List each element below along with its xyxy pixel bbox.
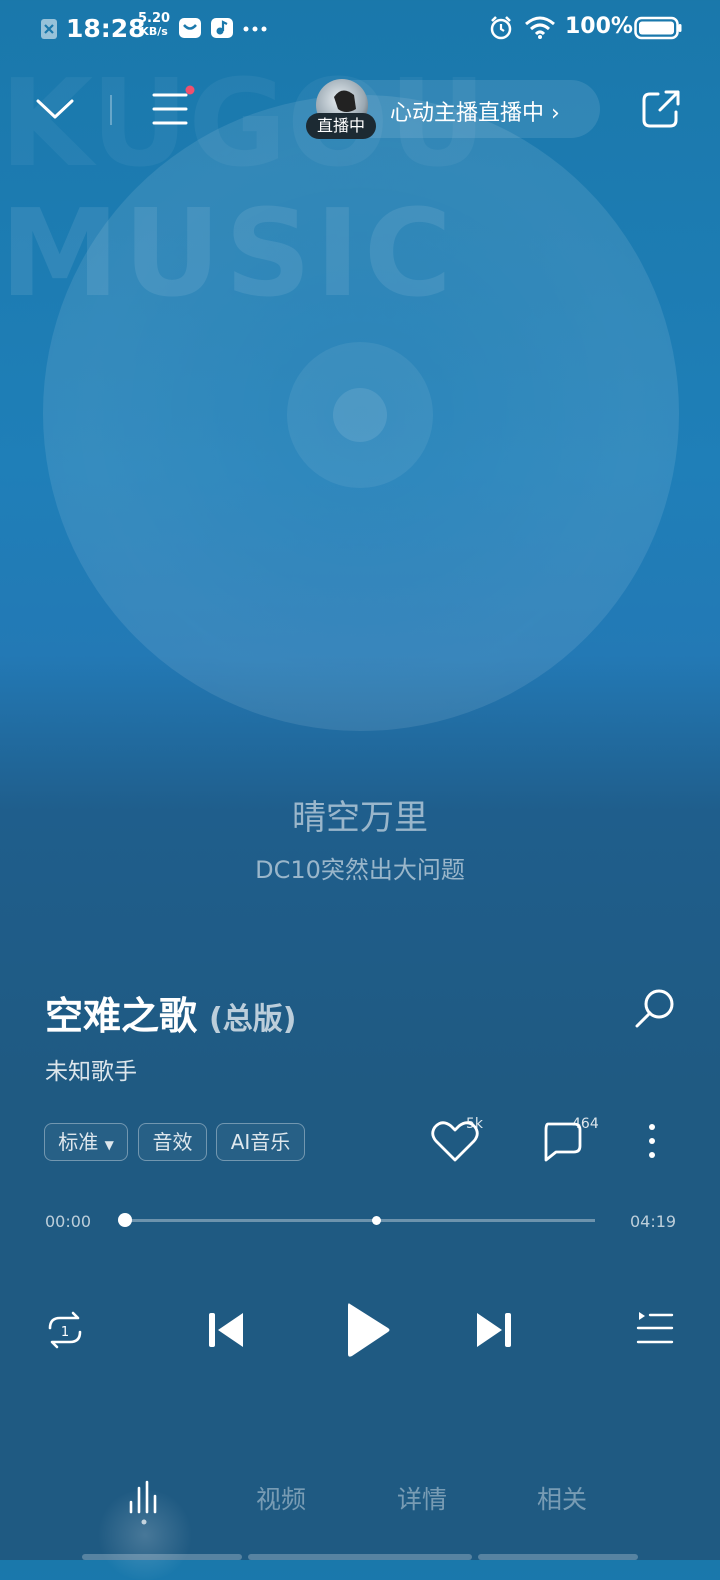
collapse-chevron-icon[interactable]	[36, 98, 74, 120]
dropdown-arrow-icon: ▼	[104, 1138, 114, 1152]
song-version: (总版)	[209, 1002, 297, 1037]
total-duration: 04:19	[630, 1212, 677, 1231]
bottom-indicator-2	[248, 1554, 472, 1560]
background-watermark: MUSIC	[0, 185, 456, 324]
music-app-icon	[211, 18, 233, 38]
playlist-icon[interactable]	[636, 1312, 674, 1346]
tab-lyrics-player[interactable]	[128, 1478, 162, 1526]
artist-name[interactable]: 未知歌手	[45, 1052, 137, 1086]
next-track-icon[interactable]	[474, 1310, 514, 1350]
tab-related[interactable]: 相关	[537, 1480, 587, 1516]
next-lyric-line[interactable]: DC10突然出大问题	[0, 850, 720, 885]
elapsed-time: 00:00	[45, 1212, 92, 1231]
live-badge: 直播中	[306, 113, 376, 139]
progress-track[interactable]	[125, 1219, 595, 1222]
like-count: 5k	[466, 1116, 484, 1132]
share-icon[interactable]	[640, 88, 682, 130]
live-stream-text[interactable]: 心动主播直播中 ›	[390, 95, 560, 127]
network-speed-unit: KB/s	[140, 25, 168, 38]
bottom-indicator-3	[478, 1554, 638, 1560]
toolbar-divider	[110, 95, 112, 125]
sound-effects-button[interactable]: 音效	[138, 1123, 207, 1161]
repeat-one-icon[interactable]: 1	[44, 1310, 86, 1350]
more-notifications-icon	[243, 26, 267, 32]
progress-climax-marker	[372, 1216, 381, 1225]
tab-details[interactable]: 详情	[397, 1480, 447, 1516]
search-icon[interactable]	[632, 988, 676, 1030]
alarm-icon	[490, 16, 512, 40]
svg-text:1: 1	[61, 1325, 69, 1340]
progress-knob[interactable]	[118, 1213, 132, 1227]
play-icon[interactable]	[344, 1300, 392, 1360]
comment-count: 464	[572, 1116, 599, 1132]
clock: 18:28	[66, 14, 146, 43]
sim-off-icon	[41, 19, 57, 39]
previous-track-icon[interactable]	[206, 1310, 246, 1350]
network-speed: 5.20 KB/s	[138, 12, 170, 38]
battery-icon	[634, 16, 682, 40]
battery-percent: 100%	[565, 14, 633, 39]
menu-icon[interactable]	[152, 85, 198, 129]
disc-center-hole	[333, 388, 387, 442]
song-title: 空难之歌	[45, 994, 198, 1038]
quality-label: 标准	[58, 1130, 99, 1154]
tab-video[interactable]: 视频	[256, 1480, 306, 1516]
song-title-row: 空难之歌 (总版)	[45, 985, 296, 1040]
status-bar: 18:28 5.20 KB/s 100%	[0, 0, 720, 58]
bottom-indicator-1	[82, 1554, 242, 1560]
more-options-icon[interactable]	[646, 1122, 658, 1160]
wifi-icon	[525, 16, 555, 39]
notification-app-icon	[179, 18, 201, 38]
quality-selector[interactable]: 标准 ▼	[44, 1123, 128, 1161]
current-lyric-line[interactable]: 晴空万里	[0, 790, 720, 839]
network-speed-value: 5.20	[138, 11, 171, 26]
ai-music-button[interactable]: AI音乐	[216, 1123, 305, 1161]
